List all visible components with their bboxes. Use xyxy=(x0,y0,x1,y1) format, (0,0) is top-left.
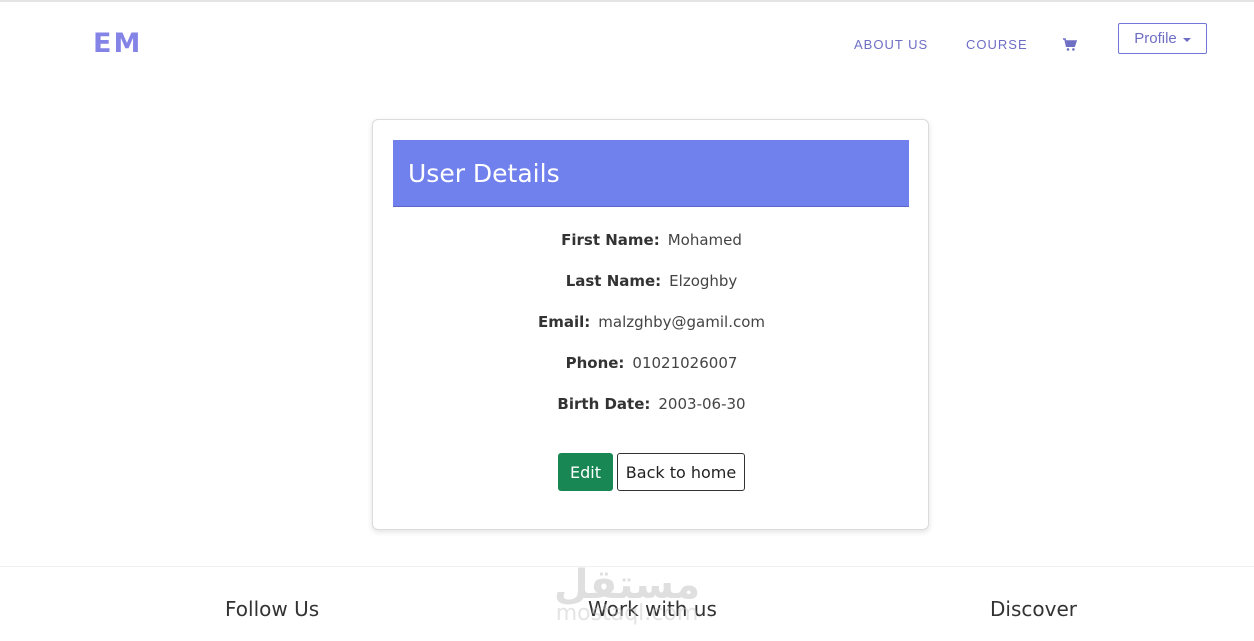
nav-link-course[interactable]: COURSE xyxy=(966,37,1028,52)
detail-label: First Name: xyxy=(561,231,660,249)
brand-logo[interactable]: EM xyxy=(93,28,142,59)
edit-button[interactable]: Edit xyxy=(558,453,613,491)
detail-value: 2003-06-30 xyxy=(658,395,746,413)
cart-icon[interactable] xyxy=(1062,37,1078,53)
footer-work-with-us: Work with us xyxy=(588,597,717,621)
profile-dropdown-button[interactable]: Profile xyxy=(1118,23,1207,54)
detail-value: malzghby@gamil.com xyxy=(598,313,766,331)
detail-label: Last Name: xyxy=(565,272,662,290)
navbar: EM ABOUT US COURSE Profile xyxy=(0,2,1254,88)
footer-discover: Discover xyxy=(990,597,1077,621)
footer: Follow Us Work with us Discover xyxy=(0,566,1254,641)
card-header: User Details xyxy=(393,140,909,207)
card-title: User Details xyxy=(408,159,560,188)
detail-phone: Phone: 01021026007 xyxy=(373,354,930,372)
detail-last-name: Last Name: Elzoghby xyxy=(373,272,930,290)
detail-email: Email: malzghby@gamil.com xyxy=(373,313,930,331)
detail-birth-date: Birth Date: 2003-06-30 xyxy=(373,395,930,413)
detail-label: Birth Date: xyxy=(557,395,651,413)
profile-label: Profile xyxy=(1134,30,1177,47)
detail-label: Email: xyxy=(537,313,591,331)
nav-link-about-us[interactable]: ABOUT US xyxy=(854,37,928,52)
back-to-home-button[interactable]: Back to home xyxy=(617,453,745,491)
detail-value: 01021026007 xyxy=(632,354,738,372)
footer-follow-us: Follow Us xyxy=(225,597,320,621)
card-actions: Edit Back to home xyxy=(373,453,930,491)
detail-label: Phone: xyxy=(565,354,625,372)
detail-first-name: First Name: Mohamed xyxy=(373,231,930,249)
detail-value: Elzoghby xyxy=(669,272,738,290)
user-details-card: User Details First Name: Mohamed Last Nam… xyxy=(372,119,929,530)
caret-down-icon xyxy=(1182,37,1191,42)
detail-value: Mohamed xyxy=(667,231,742,249)
